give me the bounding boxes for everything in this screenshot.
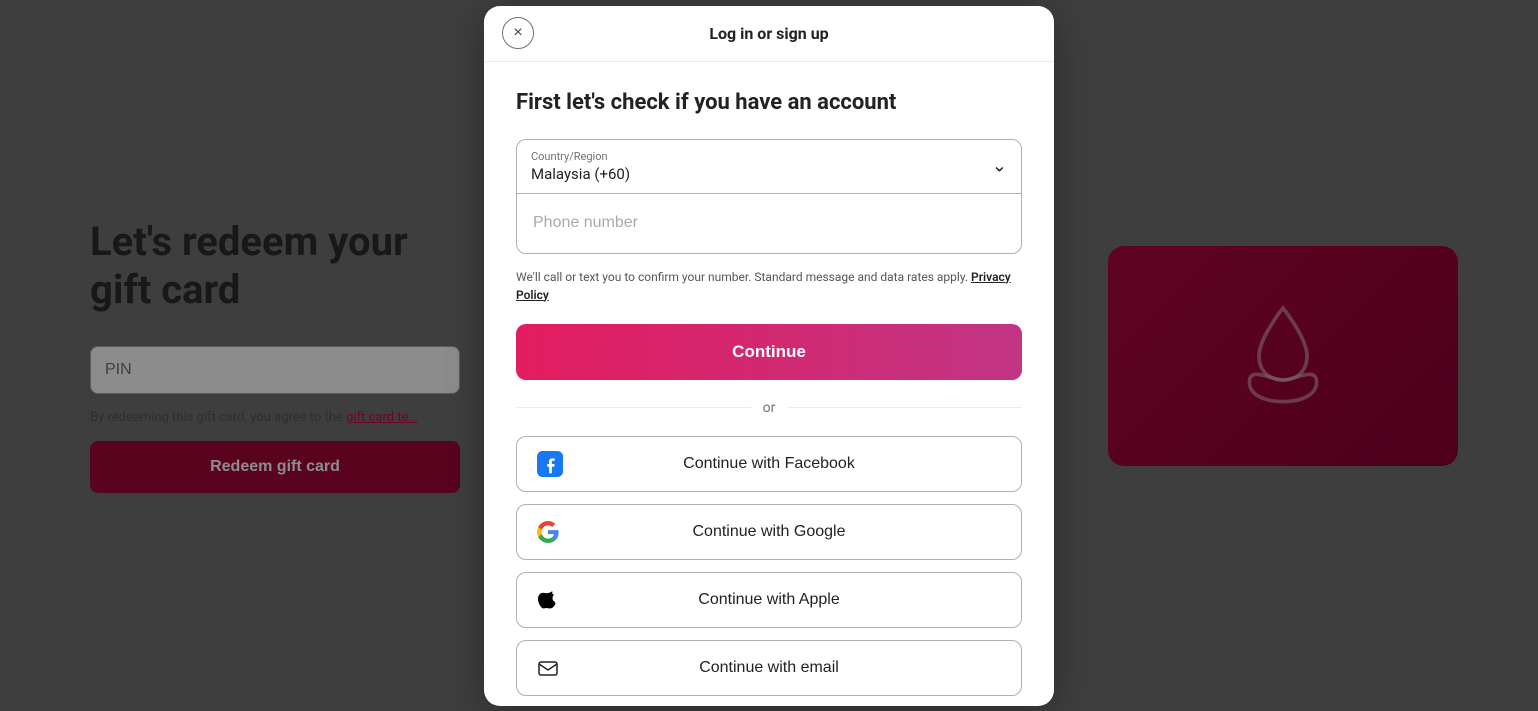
google-icon xyxy=(537,521,559,543)
email-icon xyxy=(537,657,559,679)
country-label: Country/Region xyxy=(531,150,1007,163)
modal-overlay: × Log in or sign up First let's check if… xyxy=(0,0,1538,711)
modal-body: First let's check if you have an account… xyxy=(484,62,1054,706)
divider-text: or xyxy=(763,400,776,416)
continue-email-button[interactable]: Continue with email xyxy=(516,640,1022,696)
close-button[interactable]: × xyxy=(502,17,534,49)
phone-number-input[interactable] xyxy=(516,194,1022,254)
modal-title: Log in or sign up xyxy=(709,24,828,43)
divider: or xyxy=(516,400,1022,416)
apple-icon xyxy=(537,589,559,611)
country-value: Malaysia (+60) xyxy=(531,165,1007,183)
facebook-icon xyxy=(537,451,563,477)
continue-apple-button[interactable]: Continue with Apple xyxy=(516,572,1022,628)
divider-line-right xyxy=(787,407,1022,408)
continue-button[interactable]: Continue xyxy=(516,324,1022,380)
modal-subtitle: First let's check if you have an account xyxy=(516,90,1022,115)
modal-header: × Log in or sign up xyxy=(484,6,1054,62)
divider-line-left xyxy=(516,407,751,408)
continue-facebook-button[interactable]: Continue with Facebook xyxy=(516,436,1022,492)
chevron-down-icon: ⌄ xyxy=(992,156,1007,177)
country-region-select[interactable]: Country/Region Malaysia (+60) ⌄ xyxy=(516,139,1022,194)
disclaimer-text: We'll call or text you to confirm your n… xyxy=(516,268,1022,304)
login-modal: × Log in or sign up First let's check if… xyxy=(484,6,1054,706)
continue-google-button[interactable]: Continue with Google xyxy=(516,504,1022,560)
